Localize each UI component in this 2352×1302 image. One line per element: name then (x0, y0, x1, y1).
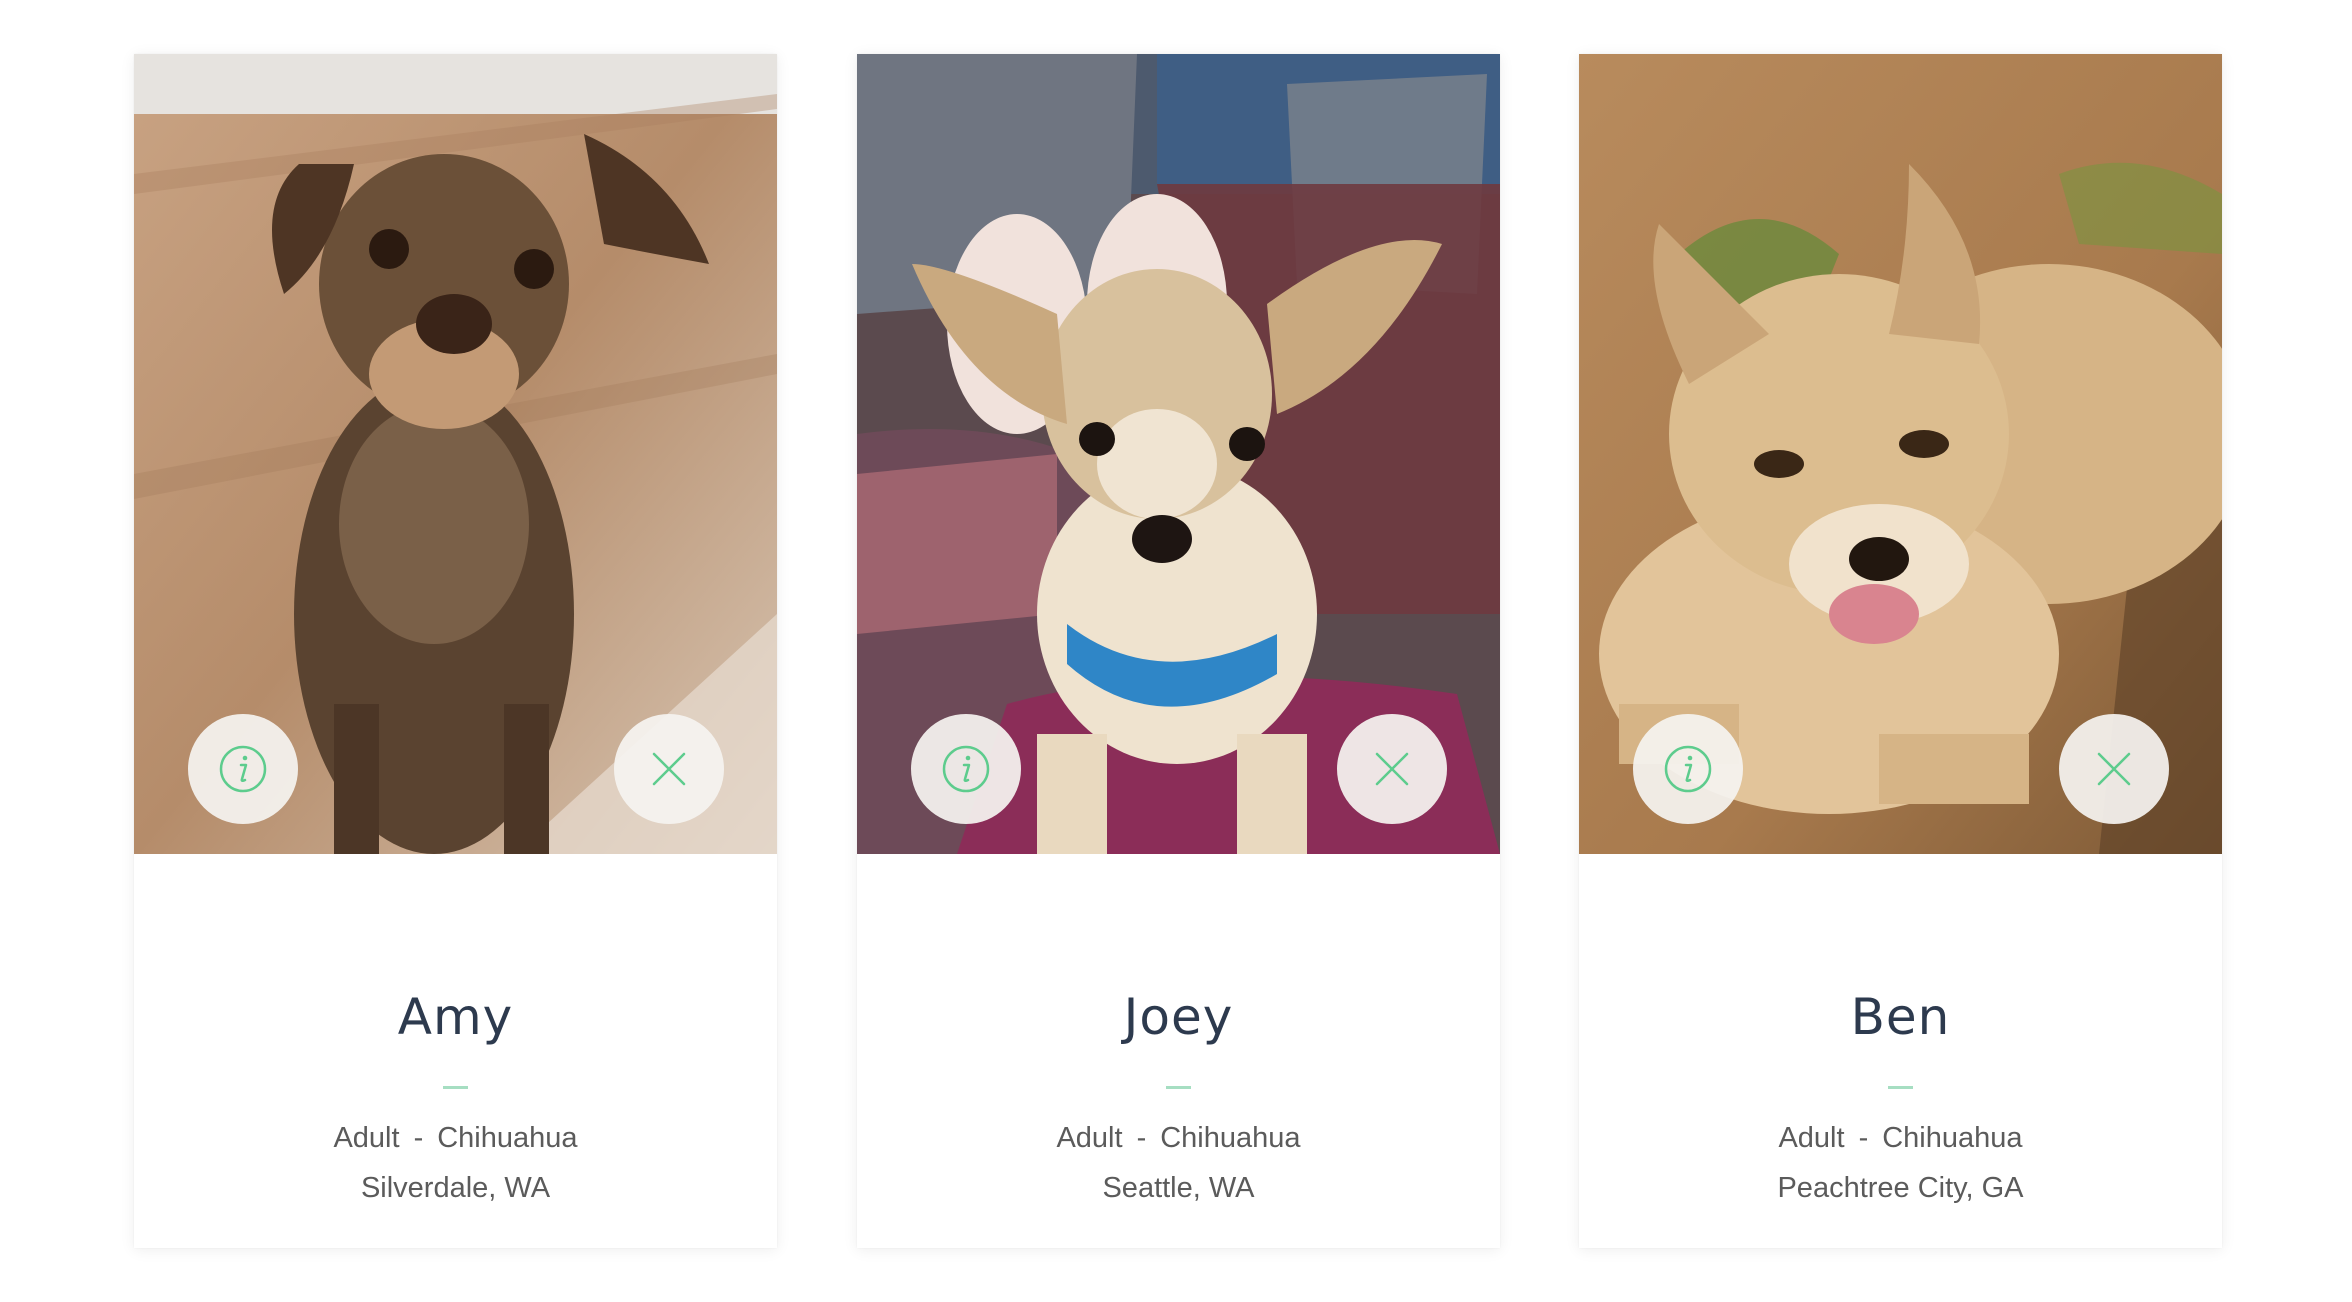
pet-card[interactable]: Joey Adult - Chihuahua Seattle, WA (857, 54, 1500, 1248)
pet-location: Seattle, WA (1102, 1172, 1255, 1204)
pet-name[interactable]: Ben (1579, 988, 2222, 1046)
info-button[interactable] (1633, 714, 1743, 824)
pet-location: Silverdale, WA (360, 1172, 551, 1204)
divider (1888, 1086, 1913, 1089)
pet-age-breed: Adult - Chihuahua (134, 1122, 777, 1155)
pet-name[interactable]: Joey (857, 988, 1500, 1046)
pet-breed: Chihuahua (437, 1122, 578, 1154)
pet-card[interactable]: Ben Adult - Chihuahua Peachtree City, GA (1579, 54, 2222, 1248)
pet-age-breed: Adult - Chihuahua (1579, 1122, 2222, 1155)
dismiss-button[interactable] (2059, 714, 2169, 824)
pet-photo[interactable] (857, 54, 1500, 854)
pet-card-grid: Amy Adult - Chihuahua Silverdale, WA Joe… (0, 0, 2352, 1302)
pet-card[interactable]: Amy Adult - Chihuahua Silverdale, WA (134, 54, 777, 1248)
meta-separator: - (413, 1122, 424, 1154)
pet-name[interactable]: Amy (134, 988, 777, 1046)
info-button[interactable] (188, 714, 298, 824)
dismiss-button[interactable] (1337, 714, 1447, 824)
divider (443, 1086, 468, 1089)
close-icon (652, 752, 686, 786)
info-button[interactable] (911, 714, 1021, 824)
pet-age: Adult (1056, 1122, 1123, 1154)
pet-info: Joey Adult - Chihuahua Seattle, WA (857, 854, 1500, 1248)
close-icon (1375, 752, 1409, 786)
pet-info: Amy Adult - Chihuahua Silverdale, WA (134, 854, 777, 1248)
close-icon (2097, 752, 2131, 786)
info-icon (219, 745, 267, 793)
pet-age: Adult (1778, 1122, 1845, 1154)
pet-info: Ben Adult - Chihuahua Peachtree City, GA (1579, 854, 2222, 1248)
pet-age-breed: Adult - Chihuahua (857, 1122, 1500, 1155)
pet-age: Adult (333, 1122, 400, 1154)
pet-breed: Chihuahua (1882, 1122, 2023, 1154)
meta-separator: - (1136, 1122, 1147, 1154)
divider (1166, 1086, 1191, 1089)
pet-breed: Chihuahua (1160, 1122, 1301, 1154)
info-icon (942, 745, 990, 793)
meta-separator: - (1858, 1122, 1869, 1154)
info-icon (1664, 745, 1712, 793)
dismiss-button[interactable] (614, 714, 724, 824)
pet-location: Peachtree City, GA (1777, 1172, 2024, 1204)
pet-photo[interactable] (1579, 54, 2222, 854)
pet-photo[interactable] (134, 54, 777, 854)
